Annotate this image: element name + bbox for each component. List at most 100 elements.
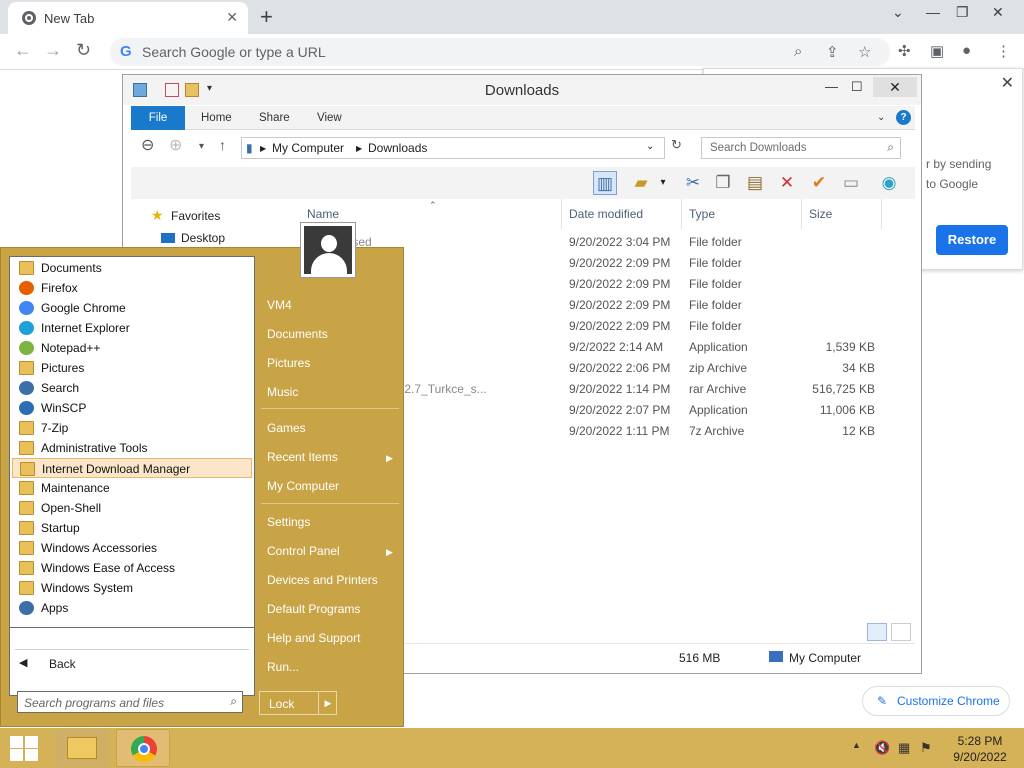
back-arrow-icon[interactable]: ←	[14, 40, 32, 61]
start-my-computer[interactable]: My Computer	[267, 479, 339, 493]
omnibox[interactable]: G Search Google or type a URL ⌕ ⇪ ☆	[110, 38, 890, 66]
start-program-item[interactable]: Maintenance	[12, 478, 252, 498]
cut-icon[interactable]: ✂	[681, 171, 705, 195]
zoom-icon[interactable]: ⌕	[794, 43, 802, 60]
details-view-icon[interactable]	[867, 623, 887, 641]
lock-button[interactable]: Lock ▶	[259, 691, 337, 715]
start-devices-printers[interactable]: Devices and Printers	[267, 573, 378, 587]
minimize-button[interactable]: —	[926, 4, 940, 20]
copy-icon[interactable]: ❐	[711, 171, 735, 195]
start-recent-items[interactable]: Recent Items	[267, 450, 338, 464]
back-circle-icon[interactable]: ⊖	[141, 135, 154, 155]
column-size[interactable]: Size	[809, 202, 832, 226]
start-games[interactable]: Games	[267, 421, 306, 435]
search-programs-input[interactable]: Search programs and files ⌕	[17, 691, 243, 713]
up-arrow-icon[interactable]: ↑	[219, 137, 226, 153]
forward-arrow-icon[interactable]: →	[44, 40, 62, 61]
start-pictures[interactable]: Pictures	[267, 356, 310, 370]
start-program-item[interactable]: Search	[12, 378, 252, 398]
chrome-menu-icon[interactable]: ⋮	[996, 42, 1011, 60]
bookmark-star-icon[interactable]: ☆	[858, 43, 871, 61]
start-run[interactable]: Run...	[267, 660, 299, 674]
tab-home[interactable]: Home	[201, 106, 232, 130]
start-program-item[interactable]: Open-Shell	[12, 498, 252, 518]
start-music[interactable]: Music	[267, 385, 298, 399]
breadcrumb-my-computer[interactable]: My Computer	[272, 141, 344, 155]
popup-close-icon[interactable]: ✕	[1001, 73, 1014, 93]
explorer-titlebar[interactable]: ▾ Downloads — ☐ ✕	[123, 75, 921, 105]
taskbar-clock[interactable]: 5:28 PM 9/20/2022	[940, 734, 1020, 764]
start-program-item[interactable]: Internet Explorer	[12, 318, 252, 338]
select-check-icon[interactable]: ✔	[807, 171, 831, 195]
properties-window-icon[interactable]: ▭	[839, 171, 863, 195]
open-shell-icon[interactable]: ◉	[877, 171, 901, 195]
start-program-item[interactable]: Documents	[12, 258, 252, 278]
taskbar-chrome[interactable]	[116, 729, 170, 767]
start-program-item[interactable]: Windows Ease of Access	[12, 558, 252, 578]
delete-icon[interactable]: ✕	[775, 171, 799, 195]
tab-new-tab[interactable]: New Tab ✕	[8, 2, 248, 34]
ribbon-expand-icon[interactable]: ⌄	[877, 106, 885, 130]
flag-icon[interactable]: ⚑	[920, 740, 932, 756]
forward-circle-icon[interactable]: ⊕	[169, 135, 182, 155]
start-program-item[interactable]: Administrative Tools	[12, 438, 252, 458]
tab-close-icon[interactable]: ✕	[226, 9, 238, 26]
start-program-item[interactable]: Startup	[12, 518, 252, 538]
help-icon[interactable]: ?	[896, 110, 911, 125]
explorer-maximize-button[interactable]: ☐	[851, 79, 863, 95]
options-dropdown-icon[interactable]: ▾	[651, 171, 675, 195]
nav-favorites[interactable]: Favorites	[171, 209, 220, 223]
tab-search-chevron-icon[interactable]: ⌄	[892, 4, 904, 21]
paste-icon[interactable]: ▤	[743, 171, 767, 195]
refresh-icon[interactable]: ↻	[671, 137, 682, 153]
start-program-item[interactable]: Notepad++	[12, 338, 252, 358]
start-documents[interactable]: Documents	[267, 327, 328, 341]
start-program-item[interactable]: 7-Zip	[12, 418, 252, 438]
start-program-item[interactable]: Windows Accessories	[12, 538, 252, 558]
back-button[interactable]: ◀ Back	[9, 652, 255, 676]
customize-chrome-button[interactable]: ✎ Customize Chrome	[862, 686, 1010, 716]
start-program-item[interactable]: Firefox	[12, 278, 252, 298]
start-settings[interactable]: Settings	[267, 515, 310, 529]
tab-view[interactable]: View	[317, 106, 342, 130]
share-icon[interactable]: ⇪	[826, 43, 839, 61]
explorer-close-button[interactable]: ✕	[873, 77, 917, 97]
volume-muted-icon[interactable]: 🔇	[874, 740, 890, 756]
new-tab-button[interactable]: +	[260, 4, 273, 30]
recent-locations-icon[interactable]: ▾	[199, 141, 204, 152]
nav-desktop[interactable]: Desktop	[181, 231, 225, 245]
explorer-minimize-button[interactable]: —	[825, 79, 838, 94]
address-dropdown-icon[interactable]: ⌄	[646, 141, 654, 152]
search-downloads-input[interactable]: Search Downloads ⌕	[701, 137, 901, 159]
start-program-item[interactable]: Google Chrome	[12, 298, 252, 318]
start-button[interactable]	[8, 735, 38, 761]
network-icon[interactable]: ▦	[898, 740, 910, 756]
tab-file[interactable]: File	[131, 106, 185, 130]
address-bar[interactable]: ▮ ▶ My Computer ▶ Downloads ⌄	[241, 137, 665, 159]
large-icons-view-icon[interactable]	[891, 623, 911, 641]
reload-icon[interactable]: ↻	[76, 40, 91, 61]
start-control-panel[interactable]: Control Panel	[267, 544, 340, 558]
taskbar-file-explorer[interactable]	[55, 729, 109, 767]
close-window-button[interactable]: ✕	[992, 4, 1004, 21]
side-panel-icon[interactable]: ▣	[930, 42, 944, 60]
start-program-item[interactable]: Apps	[12, 598, 252, 618]
start-help-support[interactable]: Help and Support	[267, 631, 360, 645]
column-type[interactable]: Type	[689, 202, 715, 226]
tab-share[interactable]: Share	[259, 106, 290, 130]
column-date-modified[interactable]: Date modified	[569, 202, 643, 226]
user-avatar[interactable]	[300, 222, 356, 278]
breadcrumb-downloads[interactable]: Downloads	[368, 141, 427, 155]
start-default-programs[interactable]: Default Programs	[267, 602, 360, 616]
start-program-item[interactable]: Internet Download Manager	[12, 458, 252, 478]
extensions-icon[interactable]: ✣	[898, 42, 911, 60]
tray-overflow-icon[interactable]: ▲	[852, 740, 861, 750]
preview-pane-icon[interactable]: ▥	[593, 171, 617, 195]
start-program-item[interactable]: WinSCP	[12, 398, 252, 418]
folder-options-icon[interactable]: ▰	[629, 171, 653, 195]
start-program-item[interactable]: Windows System	[12, 578, 252, 598]
profile-avatar-icon[interactable]: ●	[962, 42, 971, 59]
shutdown-options-arrow-icon[interactable]: ▶	[318, 692, 337, 714]
user-name[interactable]: VM4	[267, 298, 292, 312]
restore-window-button[interactable]: ❐	[956, 4, 969, 21]
